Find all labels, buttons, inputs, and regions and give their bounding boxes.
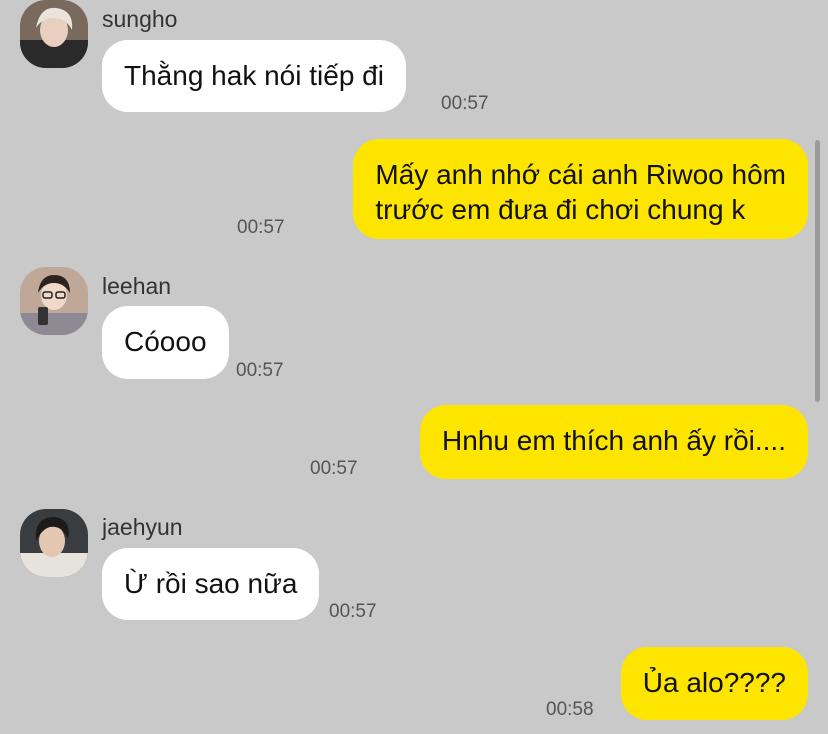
sender-name-jaehyun: jaehyun	[102, 514, 183, 540]
message-time: 00:57	[310, 458, 358, 479]
message-bubble[interactable]: Ủa alo????	[620, 647, 808, 720]
message-time: 00:57	[329, 601, 377, 622]
scrollbar[interactable]	[815, 140, 820, 402]
message-bubble[interactable]: Thằng hak nói tiếp đi	[102, 40, 406, 112]
message-bubble[interactable]: Mấy anh nhớ cái anh Riwoo hôm trước em đ…	[353, 139, 808, 239]
message-time: 00:57	[237, 217, 285, 238]
avatar-photo-jaehyun	[20, 509, 88, 577]
avatar-leehan[interactable]	[20, 267, 88, 335]
message-time: 00:58	[546, 699, 594, 720]
avatar-sungho[interactable]	[20, 0, 88, 68]
avatar-photo-leehan	[20, 267, 88, 335]
avatar-jaehyun[interactable]	[20, 509, 88, 577]
avatar-photo-sungho	[20, 0, 88, 68]
message-bubble[interactable]: Ừ rồi sao nữa	[102, 548, 320, 620]
message-time: 00:57	[236, 360, 284, 381]
sender-name-sungho: sungho	[102, 6, 178, 32]
sender-name-leehan: leehan	[102, 273, 172, 299]
message-time: 00:57	[441, 93, 489, 114]
message-bubble[interactable]: Cóooo	[102, 306, 229, 379]
message-bubble[interactable]: Hnhu em thích anh ấy rồi....	[420, 405, 808, 479]
